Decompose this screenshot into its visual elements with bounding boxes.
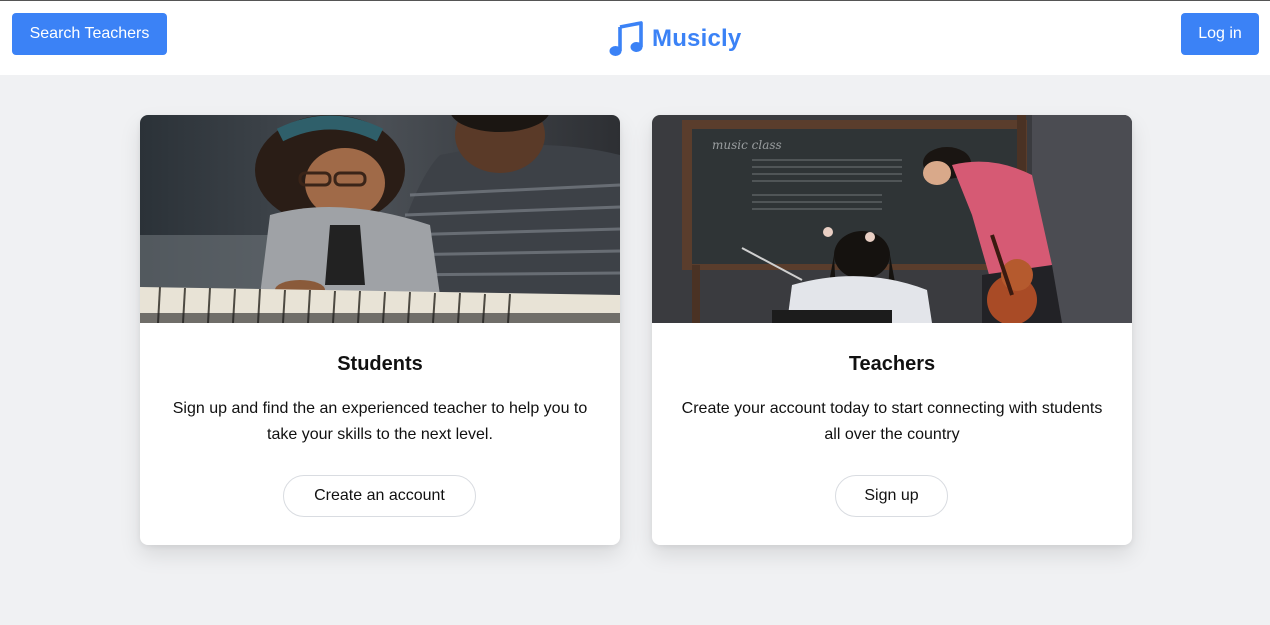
brand-name: Musicly <box>652 25 742 52</box>
teachers-card-image: music class <box>652 115 1132 323</box>
teachers-card-title: Teachers <box>848 353 936 375</box>
sign-up-button[interactable]: Sign up <box>835 475 948 517</box>
students-card: Students Sign up and find the an experie… <box>140 115 620 545</box>
students-card-description: Sign up and find the an experienced teac… <box>172 400 588 443</box>
search-teachers-button[interactable]: Search Teachers <box>12 13 167 55</box>
students-card-image <box>140 115 620 323</box>
brand-logo-link[interactable]: Musicly <box>608 21 741 57</box>
music-note-icon <box>609 21 643 56</box>
create-account-button[interactable]: Create an account <box>283 475 476 517</box>
top-navbar: Search Teachers Musicly Log in <box>0 1 1270 75</box>
students-card-title: Students <box>337 353 423 375</box>
teachers-card: music class Teachers Create your account… <box>652 115 1132 545</box>
login-button[interactable]: Log in <box>1181 13 1259 55</box>
svg-text:music class: music class <box>712 138 782 152</box>
teachers-card-description: Create your account today to start conne… <box>681 400 1103 443</box>
